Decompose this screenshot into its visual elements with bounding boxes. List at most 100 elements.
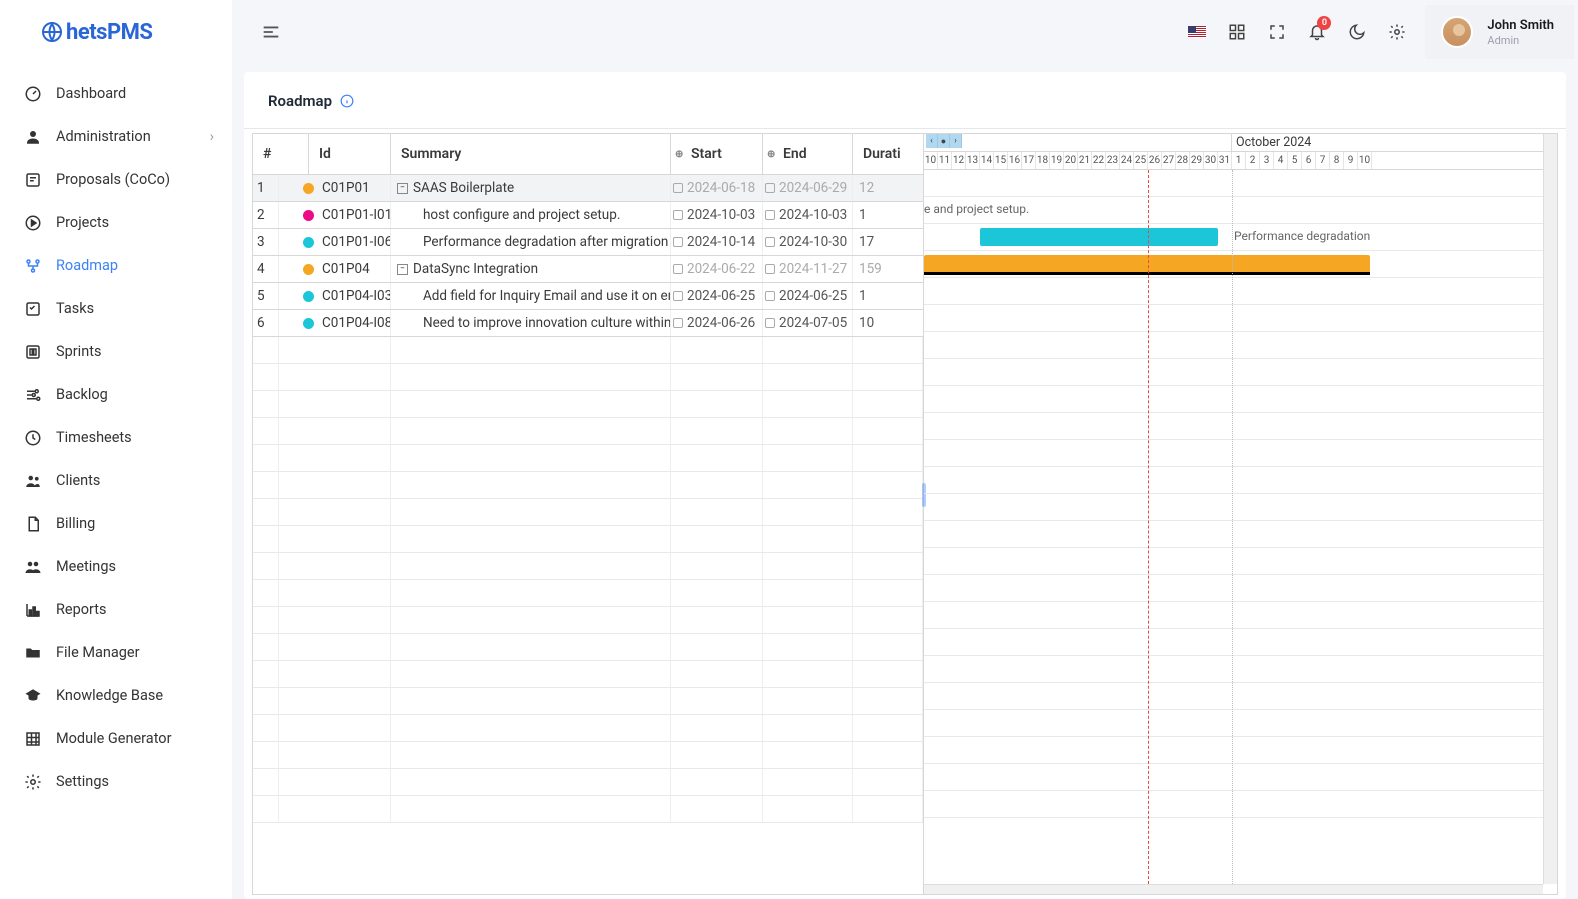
sidebar-item-administration[interactable]: Administration›: [0, 115, 232, 158]
sidebar-item-settings[interactable]: Settings: [0, 760, 232, 803]
sidebar-item-roadmap[interactable]: Roadmap: [0, 244, 232, 287]
gantt-row: [924, 629, 1557, 656]
gantt-next-button[interactable]: ›: [950, 134, 962, 148]
logo[interactable]: hetsPMS: [0, 0, 232, 64]
user-menu[interactable]: John Smith Admin: [1425, 5, 1574, 59]
table-row[interactable]: 3C01P01-I06Performance degradation after…: [253, 229, 923, 256]
sidebar-item-tasks[interactable]: Tasks: [0, 287, 232, 330]
sidebar-item-file-manager[interactable]: File Manager: [0, 631, 232, 674]
row-number: 2: [253, 202, 279, 228]
sidebar-item-billing[interactable]: Billing: [0, 502, 232, 545]
day-cell: 17: [1022, 152, 1036, 169]
language-button[interactable]: [1177, 12, 1217, 52]
row-number: 1: [253, 175, 279, 201]
checkbox-icon[interactable]: [673, 264, 683, 274]
fullscreen-button[interactable]: [1257, 12, 1297, 52]
row-number: 6: [253, 310, 279, 336]
gantt-row: [924, 710, 1557, 737]
empty-row: [253, 634, 923, 661]
notification-badge: 0: [1317, 16, 1331, 30]
theme-button[interactable]: [1337, 12, 1377, 52]
sidebar-item-reports[interactable]: Reports: [0, 588, 232, 631]
table-row[interactable]: 2C01P01-I01host configure and project se…: [253, 202, 923, 229]
table-row[interactable]: 6C01P04-I08Need to improve innovation cu…: [253, 310, 923, 337]
checkbox-icon[interactable]: [673, 183, 683, 193]
day-header: 1011121314151617181920212223242526272829…: [924, 152, 1557, 170]
status-dot: [303, 210, 314, 221]
avatar: [1441, 16, 1473, 48]
checkbox-icon[interactable]: [673, 318, 683, 328]
checkbox-icon[interactable]: [765, 291, 775, 301]
settings-button[interactable]: [1377, 12, 1417, 52]
checkbox-icon[interactable]: [765, 183, 775, 193]
empty-row: [253, 715, 923, 742]
sidebar-item-label: Timesheets: [56, 429, 132, 446]
vertical-scrollbar[interactable]: [1543, 134, 1557, 884]
sidebar-item-projects[interactable]: Projects: [0, 201, 232, 244]
column-header-duration[interactable]: Durati: [853, 134, 923, 174]
apps-button[interactable]: [1217, 12, 1257, 52]
checkbox-icon[interactable]: [765, 264, 775, 274]
row-duration: 12: [853, 175, 923, 201]
sidebar-item-label: Module Generator: [56, 730, 171, 747]
row-number: 3: [253, 229, 279, 255]
sidebar-item-knowledge-base[interactable]: Knowledge Base: [0, 674, 232, 717]
horizontal-scrollbar[interactable]: [924, 884, 1543, 894]
checkbox-icon[interactable]: [673, 210, 683, 220]
sidebar-item-module-generator[interactable]: Module Generator: [0, 717, 232, 760]
sidebar-item-label: Sprints: [56, 343, 101, 360]
column-header-number[interactable]: #: [253, 134, 309, 174]
column-header-summary[interactable]: Summary: [391, 134, 671, 174]
sidebar-item-proposals[interactable]: Proposals (CoCo): [0, 158, 232, 201]
menu-toggle-button[interactable]: [260, 21, 282, 43]
checkbox-icon[interactable]: [673, 291, 683, 301]
day-cell: 22: [1092, 152, 1106, 169]
column-header-id[interactable]: Id: [309, 134, 391, 174]
gantt-row: [924, 791, 1557, 818]
info-icon[interactable]: [340, 94, 354, 108]
collapse-icon[interactable]: −: [397, 264, 408, 275]
gantt-row: [924, 170, 1557, 197]
sidebar-item-backlog[interactable]: Backlog: [0, 373, 232, 416]
day-cell: 26: [1148, 152, 1162, 169]
row-duration: 17: [853, 229, 923, 255]
sidebar-item-label: Dashboard: [56, 85, 126, 102]
sidebar-item-clients[interactable]: Clients: [0, 459, 232, 502]
table-row[interactable]: 5C01P04-I03Add field for Inquiry Email a…: [253, 283, 923, 310]
graduation-icon: [24, 687, 42, 705]
gantt-bar[interactable]: [980, 228, 1218, 246]
empty-row: [253, 742, 923, 769]
sidebar-item-dashboard[interactable]: Dashboard: [0, 72, 232, 115]
column-header-start[interactable]: ⊕Start: [671, 134, 763, 174]
empty-row: [253, 688, 923, 715]
clock-icon: [24, 429, 42, 447]
row-id: C01P04-I03: [279, 283, 391, 309]
empty-row: [253, 499, 923, 526]
collapse-icon[interactable]: −: [397, 183, 408, 194]
notifications-button[interactable]: 0: [1297, 12, 1337, 52]
empty-row: [253, 553, 923, 580]
column-header-end[interactable]: ⊕End: [763, 134, 853, 174]
row-end: 2024-06-29: [763, 175, 853, 201]
checkbox-icon[interactable]: [765, 318, 775, 328]
checkbox-icon[interactable]: [765, 237, 775, 247]
gantt-today-button[interactable]: ●: [938, 134, 950, 148]
status-dot: [303, 237, 314, 248]
gantt-row: [924, 602, 1557, 629]
moon-icon: [1348, 23, 1366, 41]
sidebar-item-sprints[interactable]: Sprints: [0, 330, 232, 373]
checkbox-icon[interactable]: [673, 237, 683, 247]
checkbox-icon[interactable]: [765, 210, 775, 220]
table-row[interactable]: 1C01P01−SAAS Boilerplate2024-06-182024-0…: [253, 175, 923, 202]
table-row[interactable]: 4C01P04−DataSync Integration2024-06-2220…: [253, 256, 923, 283]
sidebar-item-meetings[interactable]: Meetings: [0, 545, 232, 588]
gantt-prev-button[interactable]: ‹: [926, 134, 938, 148]
day-cell: 19: [1050, 152, 1064, 169]
gantt-bar[interactable]: [924, 255, 1370, 273]
empty-row: [253, 445, 923, 472]
gantt-row: [924, 359, 1557, 386]
sidebar-item-timesheets[interactable]: Timesheets: [0, 416, 232, 459]
chart-icon: [24, 601, 42, 619]
day-cell: 20: [1064, 152, 1078, 169]
gantt-row: Performance degradation: [924, 224, 1557, 251]
